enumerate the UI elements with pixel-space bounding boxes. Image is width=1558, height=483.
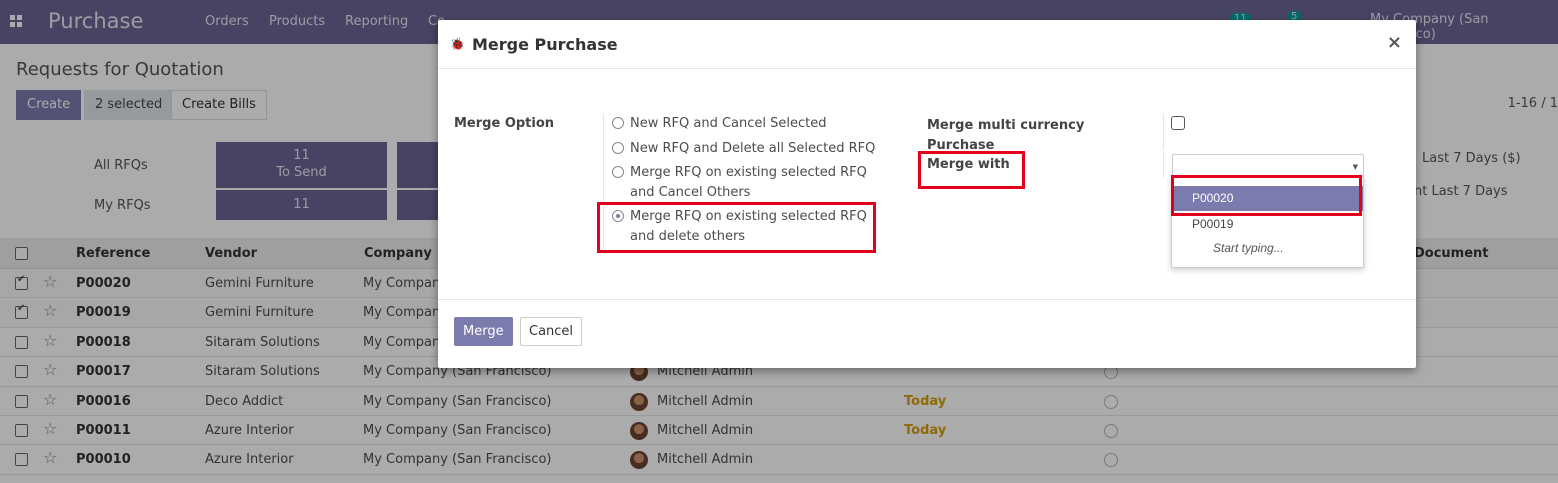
dialog-footer: Merge Cancel <box>438 299 1416 368</box>
radio-option-existing-delete[interactable]: Merge RFQ on existing selected RFQ and d… <box>612 207 882 247</box>
dropdown-option-p00020[interactable]: P00020 <box>1173 186 1363 211</box>
radio-button[interactable] <box>612 142 624 154</box>
cancel-button[interactable]: Cancel <box>520 317 583 346</box>
radio-button[interactable] <box>612 117 624 129</box>
field-divider <box>1163 152 1164 178</box>
radio-option-new-cancel[interactable]: New RFQ and Cancel Selected <box>612 114 892 134</box>
dialog-header: 🐞 Merge Purchase × <box>438 20 1416 69</box>
merge-multi-currency-checkbox[interactable] <box>1171 116 1185 130</box>
dropdown-option-p00019[interactable]: P00019 <box>1173 212 1363 237</box>
merge-option-label: Merge Option <box>454 116 555 131</box>
merge-multi-currency-label: Merge multi currency Purchase <box>927 118 1085 153</box>
field-divider <box>603 114 604 248</box>
radio-label: Merge RFQ on existing selected RFQ and d… <box>630 209 867 244</box>
radio-button-checked[interactable] <box>612 210 624 222</box>
radio-label: Merge RFQ on existing selected RFQ and C… <box>630 165 867 200</box>
merge-with-select[interactable]: ▼ <box>1172 154 1364 176</box>
bug-icon: 🐞 <box>450 37 465 51</box>
caret-down-icon: ▼ <box>1352 163 1358 171</box>
radio-label: New RFQ and Cancel Selected <box>630 116 827 131</box>
radio-label: New RFQ and Delete all Selected RFQ <box>630 141 876 156</box>
dialog-title: Merge Purchase <box>472 35 618 54</box>
merge-button[interactable]: Merge <box>454 317 513 346</box>
radio-button[interactable] <box>612 166 624 178</box>
dropdown-hint: Start typing... <box>1213 241 1284 255</box>
radio-option-existing-cancel[interactable]: Merge RFQ on existing selected RFQ and C… <box>612 163 882 203</box>
close-icon[interactable]: × <box>1387 32 1402 53</box>
radio-option-new-delete[interactable]: New RFQ and Delete all Selected RFQ <box>612 139 892 159</box>
field-divider <box>1163 114 1164 150</box>
merge-with-label: Merge with <box>927 157 1010 172</box>
merge-with-dropdown: P00020 P00019 Start typing... <box>1171 176 1364 268</box>
